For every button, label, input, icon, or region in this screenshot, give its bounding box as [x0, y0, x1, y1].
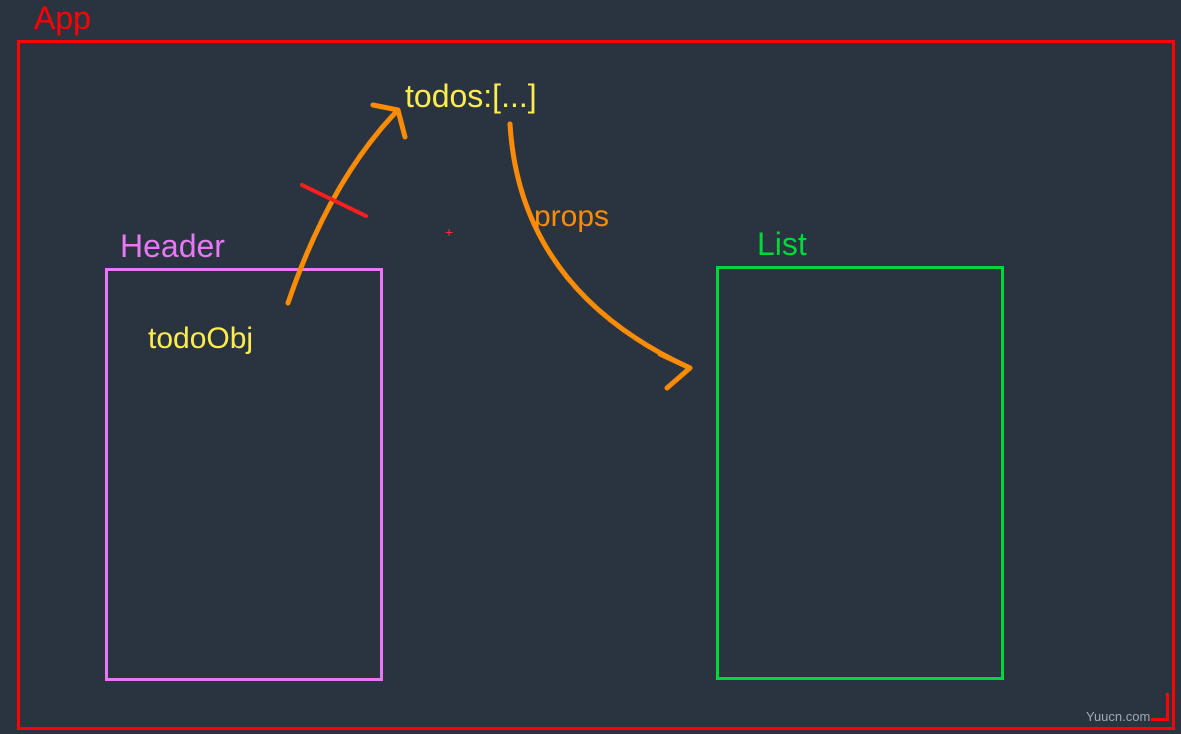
resize-handle-icon: [1151, 693, 1169, 721]
header-label: Header: [120, 228, 225, 265]
watermark: Yuucn.com: [1086, 709, 1150, 724]
list-label: List: [757, 226, 807, 263]
list-box: [716, 266, 1004, 680]
todos-label: todos:[...]: [405, 78, 537, 115]
red-dot-icon: +: [445, 224, 453, 240]
props-label: props: [534, 200, 609, 234]
app-label: App: [34, 0, 91, 37]
todoobj-label: todoObj: [148, 322, 253, 356]
